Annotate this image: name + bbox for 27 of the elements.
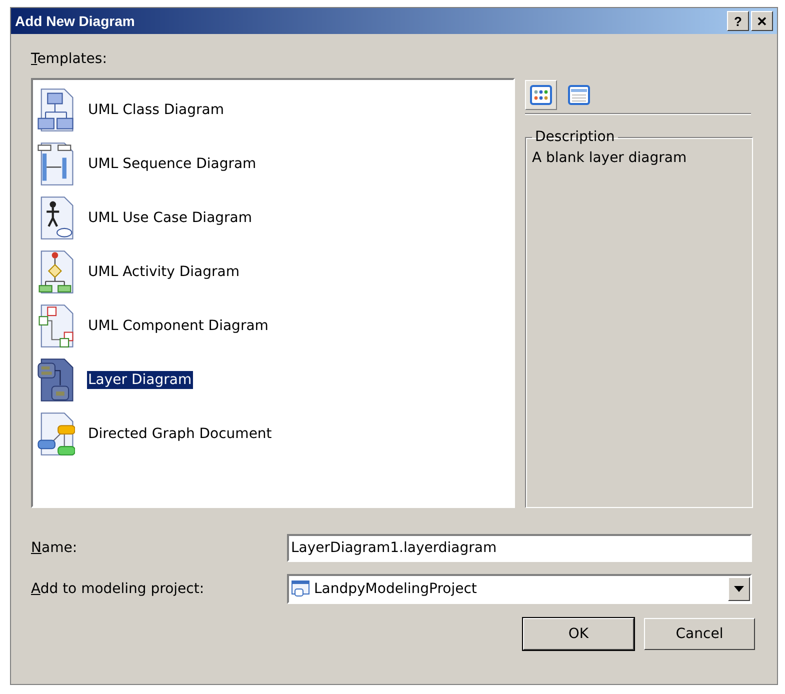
cancel-button[interactable]: Cancel [644, 618, 755, 650]
component-diagram-icon [37, 303, 75, 349]
description-title: Description [534, 129, 616, 145]
template-item[interactable]: UML Sequence Diagram [87, 155, 258, 173]
sequence-diagram-icon [37, 141, 75, 187]
template-item[interactable]: UML Activity Diagram [87, 263, 240, 281]
directed-graph-icon [37, 411, 75, 457]
name-label: Name: [31, 540, 78, 556]
template-item[interactable]: UML Use Case Diagram [87, 209, 254, 227]
layer-diagram-icon [37, 357, 75, 403]
template-item[interactable]: Layer Diagram [87, 371, 193, 389]
class-diagram-icon [37, 87, 75, 133]
project-label: Add to modeling project: [31, 581, 204, 597]
close-button[interactable]: ✕ [751, 11, 773, 31]
help-button[interactable]: ? [727, 11, 749, 31]
ok-button[interactable]: OK [523, 618, 634, 650]
template-item[interactable]: UML Class Diagram [87, 101, 225, 119]
template-item[interactable]: UML Component Diagram [87, 317, 270, 335]
project-dropdown[interactable]: LandpyModelingProject [287, 574, 752, 604]
project-icon [291, 579, 311, 599]
activity-diagram-icon [37, 249, 75, 295]
template-item[interactable]: Directed Graph Document [87, 425, 273, 443]
description-text: A blank layer diagram [532, 150, 687, 166]
large-icons-view-button[interactable] [525, 80, 557, 110]
templates-label: Templates: [31, 51, 107, 67]
window-title: Add New Diagram [15, 13, 135, 29]
name-field[interactable]: LayerDiagram1.layerdiagram [287, 534, 752, 562]
